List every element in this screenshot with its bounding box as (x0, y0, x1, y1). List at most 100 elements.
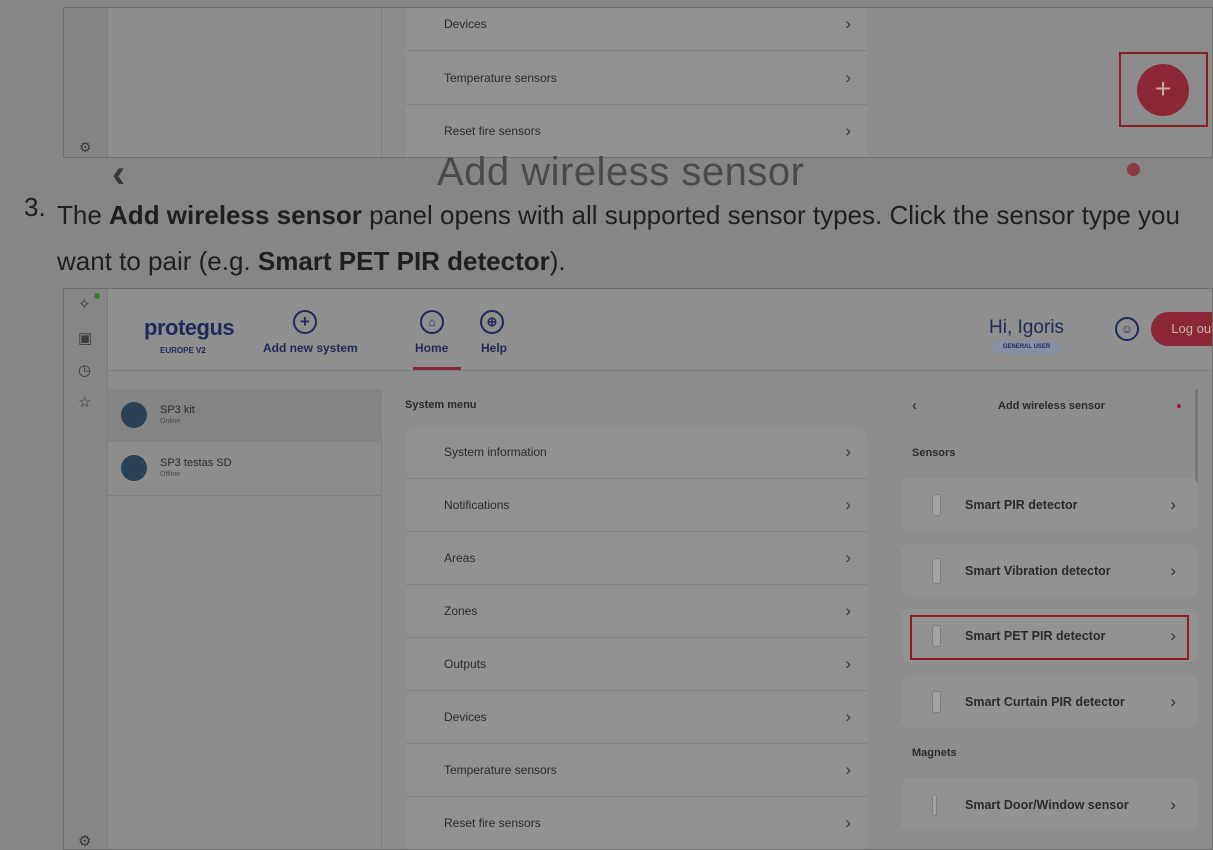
sparkle-icon[interactable]: ✧ (78, 295, 91, 313)
sensor-card-smart-vibration[interactable]: Smart Vibration detector › (901, 544, 1198, 597)
chevron-right-icon: › (845, 654, 851, 673)
role-badge: GENERAL USER (992, 341, 1061, 354)
step-text-bold: Add wireless sensor (109, 200, 362, 230)
chevron-right-icon: › (1170, 794, 1176, 814)
door-window-sensor-icon (932, 794, 937, 816)
menu-item-label: Temperature sensors (444, 71, 557, 85)
menu-item-zones[interactable]: Zones › (406, 585, 867, 638)
add-button[interactable]: + (1137, 64, 1189, 116)
step-text-part: The (57, 200, 110, 230)
menu-item-areas[interactable]: Areas › (406, 532, 867, 585)
menu-item-temperature-sensors[interactable]: Temperature sensors › (406, 52, 867, 105)
chevron-right-icon: › (845, 813, 851, 832)
sensor-label: Smart Vibration detector (965, 563, 1111, 578)
system-item[interactable]: SP3 testas SD Offline (108, 442, 382, 495)
chevron-right-icon: › (845, 68, 851, 87)
menu-item-notifications[interactable]: Notifications › (406, 479, 867, 532)
system-menu-title: System menu (405, 399, 477, 411)
menu-item-label: Devices (444, 17, 487, 31)
gear-icon[interactable]: ⚙ (79, 139, 92, 156)
chevron-right-icon: › (845, 14, 851, 33)
menu-item-devices[interactable]: Devices › (406, 8, 867, 51)
system-list: SP3 kit Online SP3 testas SD Offline (108, 389, 382, 849)
app-header: protegus EUROPE V2 + Add new system ⌂ Ho… (108, 289, 1212, 371)
sensor-card-smart-pir[interactable]: Smart PIR detector › (901, 478, 1198, 531)
menu-item-label: Outputs (444, 657, 487, 671)
section-magnets: Magnets (912, 747, 957, 759)
menu-item-temperature-sensors[interactable]: Temperature sensors › (406, 744, 867, 797)
chevron-right-icon: › (845, 495, 851, 514)
chevron-right-icon: › (845, 707, 851, 726)
user-name: Igoris (1017, 317, 1064, 338)
system-list-area (108, 8, 382, 157)
active-tab-indicator (413, 367, 461, 370)
star-icon[interactable]: ☆ (78, 393, 91, 411)
step-number: 3. (24, 192, 46, 222)
home-icon[interactable]: ⌂ (420, 310, 444, 334)
system-name: SP3 kit (160, 404, 195, 416)
save-icon[interactable]: ▣ (78, 329, 92, 347)
user-icon[interactable]: ☺ (1115, 317, 1139, 341)
greeting-hi: Hi, (989, 317, 1013, 338)
menu-item-label: Devices (444, 710, 487, 724)
greeting: Hi, Igoris (989, 317, 1064, 339)
sensor-card-smart-door-window[interactable]: Smart Door/Window sensor › (901, 778, 1198, 831)
menu-item-label: System information (444, 445, 547, 459)
status-dot (94, 293, 100, 299)
section-sensors: Sensors (912, 447, 956, 459)
back-chevron-icon[interactable]: ‹ (912, 397, 917, 414)
logout-button[interactable]: Log out (1151, 312, 1212, 346)
chevron-right-icon: › (845, 548, 851, 567)
step-text-part: ). (549, 246, 566, 276)
status-dot (1127, 163, 1140, 176)
menu-item-label: Areas (444, 551, 476, 565)
menu-item-reset-fire-sensors[interactable]: Reset fire sensors › (406, 797, 867, 849)
tab-home[interactable]: Home (415, 341, 448, 355)
menu-item-devices[interactable]: Devices › (406, 691, 867, 744)
menu-item-outputs[interactable]: Outputs › (406, 638, 867, 691)
chevron-right-icon: › (845, 760, 851, 779)
system-item[interactable]: SP3 kit Online (108, 389, 382, 442)
system-status: Online (160, 418, 181, 425)
system-avatar (121, 402, 147, 428)
menu-item-label: Notifications (444, 498, 510, 512)
background-panel-title: Add wireless sensor (437, 150, 805, 194)
chevron-right-icon: › (1170, 560, 1176, 580)
curtain-pir-detector-icon (932, 691, 941, 713)
chevron-right-icon: › (1170, 494, 1176, 514)
app-screenshot: ✧ ▣ ◷ ☆ ⚙ protegus EUROPE V2 + Add new s… (63, 288, 1213, 850)
panel-title: Add wireless sensor (998, 400, 1105, 412)
plus-circle-icon[interactable]: + (293, 310, 317, 334)
help-icon[interactable]: ⊕ (480, 310, 504, 334)
chevron-right-icon: › (845, 442, 851, 461)
chevron-right-icon: › (845, 121, 851, 140)
divider (108, 495, 382, 496)
system-name: SP3 testas SD (160, 457, 232, 469)
logo-subtitle: EUROPE V2 (160, 346, 206, 355)
pir-detector-icon (932, 494, 941, 516)
chevron-right-icon: › (1170, 691, 1176, 711)
menu-item-label: Reset fire sensors (444, 124, 541, 138)
menu-item-system-information[interactable]: System information › (406, 426, 867, 479)
vibration-detector-icon (932, 558, 941, 584)
status-dot (1177, 404, 1181, 408)
system-avatar (121, 455, 147, 481)
icon-rail: ✧ ▣ ◷ ☆ ⚙ (64, 289, 108, 849)
sensor-card-smart-curtain-pir[interactable]: Smart Curtain PIR detector › (901, 675, 1198, 728)
gear-icon[interactable]: ⚙ (78, 832, 91, 849)
step-text-bold: Smart PET PIR detector (257, 246, 550, 276)
sensor-label: Smart Curtain PIR detector (965, 694, 1125, 709)
chevron-left-icon: ‹ (112, 152, 126, 196)
icon-rail (64, 8, 108, 157)
tab-help[interactable]: Help (481, 341, 507, 355)
logo[interactable]: protegus (144, 315, 235, 341)
step-instruction: The Add wireless sensor panel opens with… (57, 192, 1207, 284)
menu-item-label: Zones (444, 604, 478, 618)
highlight-box (910, 615, 1189, 660)
previous-step-screenshot: Devices › Temperature sensors › Reset fi… (63, 7, 1213, 158)
system-menu: System information › Notifications › Are… (406, 426, 867, 849)
chevron-right-icon: › (845, 601, 851, 620)
clock-icon[interactable]: ◷ (78, 361, 91, 379)
add-new-system-button[interactable]: Add new system (263, 341, 358, 355)
plus-icon: + (1154, 73, 1172, 104)
